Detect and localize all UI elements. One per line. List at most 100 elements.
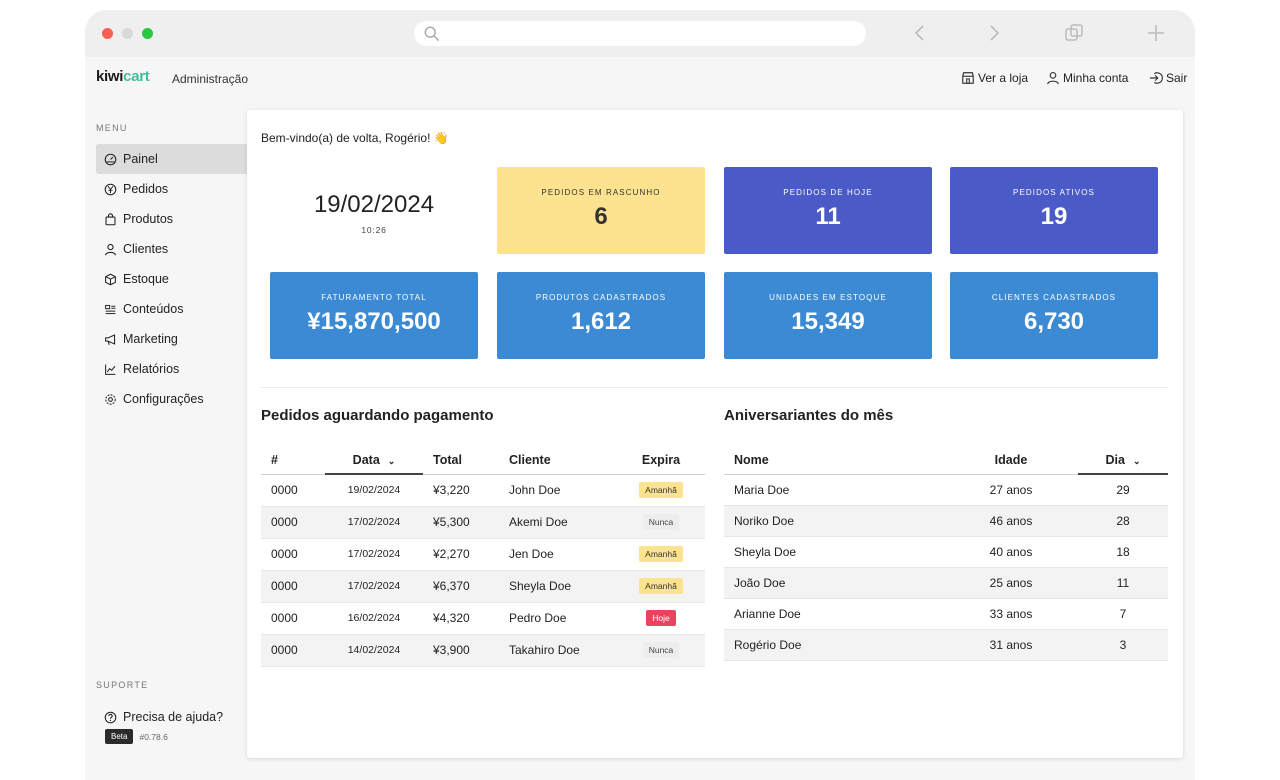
order-total: ¥3,900 <box>423 634 499 667</box>
table-row[interactable]: Rogério Doe 31 anos 3 <box>724 629 1168 661</box>
stat-registered-customers[interactable]: CLIENTES CADASTRADOS 6,730 <box>950 272 1158 359</box>
order-client: Takahiro Doe <box>499 634 617 667</box>
birthday-day: 11 <box>1078 567 1168 599</box>
view-store-label: Ver a loja <box>978 71 1029 85</box>
column-header-age[interactable]: Idade <box>944 446 1078 475</box>
stat-label: PEDIDOS ATIVOS <box>1013 188 1095 197</box>
table-row[interactable]: João Doe 25 anos 11 <box>724 567 1168 599</box>
order-total: ¥3,220 <box>423 474 499 507</box>
stat-registered-products[interactable]: PRODUTOS CADASTRADOS 1,612 <box>497 272 705 359</box>
birthdays-title: Aniversariantes do mês <box>724 407 894 424</box>
table-row[interactable]: 0000 17/02/2024 ¥6,370 Sheyla Doe Amanhã <box>261 570 705 603</box>
birthday-age: 40 anos <box>944 536 1078 568</box>
stat-total-revenue[interactable]: FATURAMENTO TOTAL ¥15,870,500 <box>270 272 478 359</box>
sidebar-item-pedidos[interactable]: Pedidos <box>96 174 247 204</box>
stat-label: PEDIDOS EM RASCUNHO <box>541 188 661 197</box>
column-header-label: Dia <box>1105 452 1125 467</box>
bag-icon <box>105 212 116 225</box>
birthday-day: 7 <box>1078 598 1168 630</box>
order-client: Pedro Doe <box>499 602 617 635</box>
order-id: 0000 <box>261 602 325 635</box>
help-link[interactable]: Precisa de ajuda? <box>96 702 247 732</box>
content-icon <box>105 304 116 314</box>
section-divider <box>261 387 1168 388</box>
order-expires-cell: Amanhã <box>617 570 705 603</box>
order-total: ¥2,270 <box>423 538 499 571</box>
stat-today-orders[interactable]: PEDIDOS DE HOJE 11 <box>724 167 932 254</box>
admin-section-label: Administração <box>172 72 249 86</box>
column-header-name[interactable]: Nome <box>724 446 944 475</box>
sidebar-item-clientes[interactable]: Clientes <box>96 234 247 264</box>
table-row[interactable]: 0000 19/02/2024 ¥3,220 John Doe Amanhã <box>261 474 705 507</box>
order-client: Jen Doe <box>499 538 617 571</box>
expires-badge: Hoje <box>646 610 676 626</box>
expires-badge: Amanhã <box>639 546 683 562</box>
stat-value: 11 <box>815 203 841 230</box>
table-row[interactable]: 0000 17/02/2024 ¥2,270 Jen Doe Amanhã <box>261 538 705 571</box>
table-row[interactable]: Maria Doe 27 anos 29 <box>724 474 1168 506</box>
order-expires-cell: Amanhã <box>617 538 705 571</box>
order-expires-cell: Amanhã <box>617 474 705 507</box>
order-id: 0000 <box>261 538 325 571</box>
birthday-age: 25 anos <box>944 567 1078 599</box>
column-header-id[interactable]: # <box>261 446 325 475</box>
stat-active-orders[interactable]: PEDIDOS ATIVOS 19 <box>950 167 1158 254</box>
sidebar-item-produtos[interactable]: Produtos <box>96 204 247 234</box>
column-header-total[interactable]: Total <box>423 446 499 475</box>
order-total: ¥4,320 <box>423 602 499 635</box>
expires-badge: Nunca <box>642 642 680 658</box>
view-store-link[interactable]: Ver a loja <box>961 71 1028 85</box>
birthday-name: Maria Doe <box>724 474 944 506</box>
sidebar-item-label: Relatórios <box>123 362 180 376</box>
expires-badge: Nunca <box>642 514 680 530</box>
table-row[interactable]: 0000 16/02/2024 ¥4,320 Pedro Doe Hoje <box>261 602 705 635</box>
birthdays-table: Nome Idade Dia ⌄ Maria Doe 27 anos 29 Nor… <box>724 446 1168 661</box>
column-header-client[interactable]: Cliente <box>499 446 617 475</box>
table-row[interactable]: 0000 14/02/2024 ¥3,900 Takahiro Doe Nunc… <box>261 634 705 667</box>
address-bar[interactable] <box>414 21 866 46</box>
new-tab-icon[interactable] <box>1145 22 1167 44</box>
table-row[interactable]: Noriko Doe 46 anos 28 <box>724 505 1168 537</box>
sidebar-item-painel[interactable]: Painel <box>96 144 247 174</box>
sidebar-item-estoque[interactable]: Estoque <box>96 264 247 294</box>
sidebar-item-label: Conteúdos <box>123 302 184 316</box>
sidebar-item-label: Marketing <box>123 332 178 346</box>
birthday-day: 18 <box>1078 536 1168 568</box>
table-row[interactable]: Arianne Doe 33 anos 7 <box>724 598 1168 630</box>
sidebar-item-relatorios[interactable]: Relatórios <box>96 354 247 384</box>
tabs-overview-icon[interactable] <box>1063 22 1085 44</box>
close-window-button[interactable] <box>102 28 113 39</box>
stat-draft-orders[interactable]: PEDIDOS EM RASCUNHO 6 <box>497 167 705 254</box>
app-header: kiwicart Administração Ver a loja Minha … <box>85 57 1195 101</box>
birthday-day: 28 <box>1078 505 1168 537</box>
sidebar-item-marketing[interactable]: Marketing <box>96 324 247 354</box>
sidebar-item-label: Painel <box>123 152 158 166</box>
column-header-date[interactable]: Data ⌄ <box>325 446 423 475</box>
back-icon[interactable] <box>909 22 931 44</box>
table-row[interactable]: Sheyla Doe 40 anos 18 <box>724 536 1168 568</box>
table-row[interactable]: 0000 17/02/2024 ¥5,300 Akemi Doe Nunca <box>261 506 705 539</box>
order-id: 0000 <box>261 506 325 539</box>
maximize-window-button[interactable] <box>142 28 153 39</box>
order-client: Sheyla Doe <box>499 570 617 603</box>
stat-label: UNIDADES EM ESTOQUE <box>769 293 887 302</box>
sidebar-item-configuracoes[interactable]: Configurações <box>96 384 247 414</box>
column-header-day[interactable]: Dia ⌄ <box>1078 446 1168 475</box>
expires-badge: Amanhã <box>639 578 683 594</box>
forward-icon[interactable] <box>983 22 1005 44</box>
order-expires-cell: Nunca <box>617 634 705 667</box>
kiwicart-logo[interactable]: kiwicart <box>96 68 150 85</box>
logout-link[interactable]: Sair <box>1149 71 1187 85</box>
stat-stock-units[interactable]: UNIDADES EM ESTOQUE 15,349 <box>724 272 932 359</box>
logout-label: Sair <box>1166 71 1188 85</box>
stat-value: 19 <box>1040 203 1068 230</box>
box-icon <box>105 273 116 285</box>
column-header-expires[interactable]: Expira <box>617 446 705 475</box>
birthday-age: 31 anos <box>944 629 1078 661</box>
my-account-link[interactable]: Minha conta <box>1046 71 1128 85</box>
order-date: 14/02/2024 <box>325 634 423 667</box>
order-date: 19/02/2024 <box>325 474 423 507</box>
expires-badge: Amanhã <box>639 482 683 498</box>
minimize-window-button[interactable] <box>122 28 133 39</box>
sidebar-item-conteudos[interactable]: Conteúdos <box>96 294 247 324</box>
